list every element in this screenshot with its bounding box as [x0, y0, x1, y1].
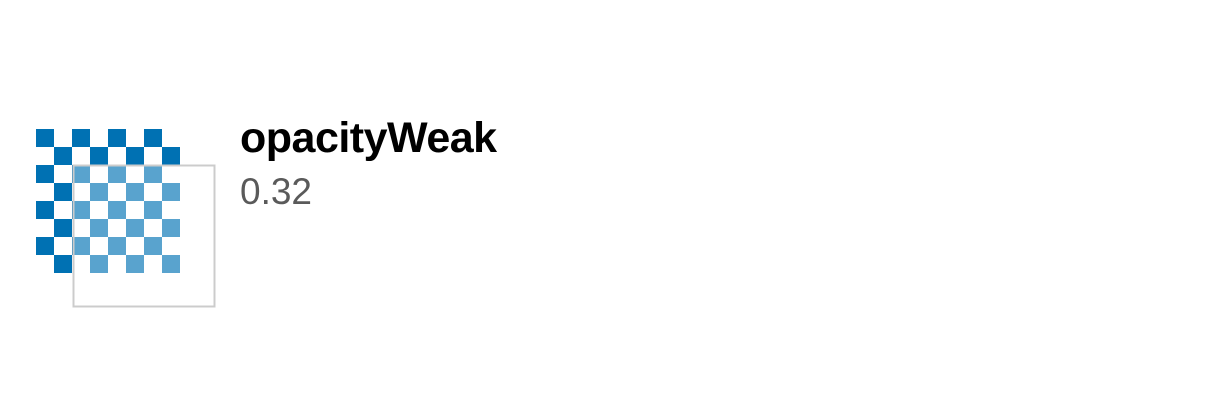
- token-value: 0.32: [240, 171, 313, 212]
- checker-cell-tinted: [108, 201, 126, 219]
- checker-cell: [90, 147, 108, 165]
- checker-cell: [36, 129, 54, 147]
- checker-cell-tinted: [74, 237, 90, 255]
- checker-cell: [144, 129, 162, 147]
- checker-cell-tinted: [108, 166, 126, 183]
- checker-cell-tinted: [90, 255, 108, 273]
- token-card: opacityWeak 0.32: [0, 0, 1206, 402]
- checker-cell-tinted: [126, 219, 144, 237]
- checker-cell-tinted: [162, 219, 180, 237]
- checker-cell-tinted: [162, 183, 180, 201]
- checker-cell-tinted: [108, 237, 126, 255]
- checker-cell-tinted: [90, 183, 108, 201]
- checker-cell-tinted: [126, 183, 144, 201]
- checker-cell: [54, 255, 72, 273]
- checker-cell-tinted: [144, 166, 162, 183]
- checker-cell-tinted: [74, 166, 90, 183]
- checker-cell: [72, 129, 90, 147]
- checker-cell-tinted: [90, 219, 108, 237]
- checker-cell: [54, 147, 72, 165]
- checker-cell-tinted: [74, 201, 90, 219]
- checker-cell: [162, 147, 180, 165]
- checker-cell: [126, 147, 144, 165]
- token-name: opacityWeak: [240, 114, 497, 162]
- checker-cell: [36, 237, 54, 255]
- checker-cell: [54, 219, 72, 237]
- checker-cell-tinted: [162, 255, 180, 273]
- checker-cell-tinted: [126, 255, 144, 273]
- checker-cell: [36, 165, 54, 183]
- checker-cell-tinted: [144, 201, 162, 219]
- checker-cell: [36, 201, 54, 219]
- checker-cell-tinted: [144, 237, 162, 255]
- opacity-swatch-icon: [36, 129, 216, 309]
- checker-cell: [108, 129, 126, 147]
- checker-cell: [54, 183, 72, 201]
